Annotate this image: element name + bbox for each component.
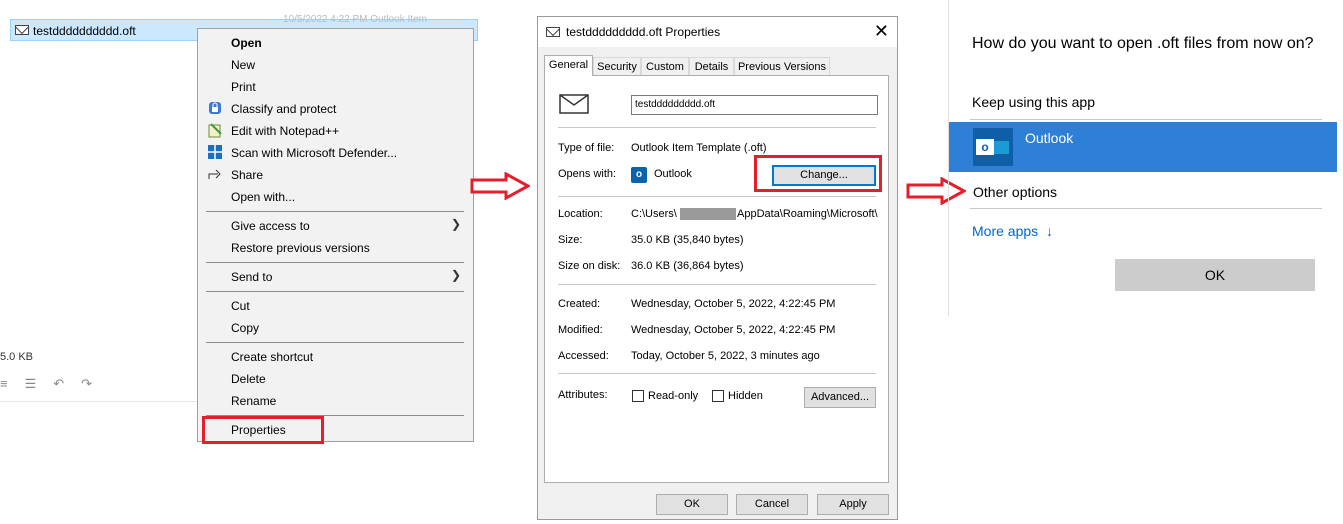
- menu-separator: [206, 342, 464, 343]
- chevron-right-icon: ❯: [450, 217, 461, 231]
- divider: [558, 284, 876, 285]
- size-value: 35.0 KB (35,840 bytes): [631, 234, 744, 246]
- menu-item-delete[interactable]: Delete: [231, 372, 266, 386]
- keep-using-heading: Keep using this app: [972, 94, 1095, 110]
- file-name-field[interactable]: testddddddddd.oft: [631, 95, 878, 115]
- shield-lock-icon: [207, 100, 223, 116]
- readonly-checkbox[interactable]: [632, 390, 644, 402]
- hidden-checkbox[interactable]: [712, 390, 724, 402]
- menu-item-create-shortcut[interactable]: Create shortcut: [231, 350, 313, 364]
- outlook-icon: o: [631, 167, 647, 183]
- general-panel: testddddddddd.oft Type of file: Outlook …: [544, 75, 889, 483]
- menu-item-share[interactable]: Share: [231, 168, 263, 182]
- hidden-label[interactable]: Hidden: [728, 390, 763, 402]
- list-icon[interactable]: ☰: [25, 376, 37, 392]
- divider: [558, 196, 876, 197]
- menu-item-send-to[interactable]: Send to: [231, 270, 272, 284]
- created-label: Created:: [558, 298, 601, 310]
- arrow-down-icon: ↓: [1046, 223, 1054, 239]
- red-arrow-icon: [470, 172, 530, 200]
- size-fragment: 5.0 KB: [0, 351, 34, 363]
- defender-icon: [207, 144, 223, 160]
- tab-custom[interactable]: Custom: [641, 57, 689, 75]
- cancel-button[interactable]: Cancel: [736, 494, 808, 515]
- close-icon[interactable]: ✕: [874, 21, 889, 42]
- app-option-outlook[interactable]: o Outlook: [949, 122, 1337, 172]
- modified-value: Wednesday, October 5, 2022, 4:22:45 PM: [631, 324, 836, 336]
- size-on-disk-value: 36.0 KB (36,864 bytes): [631, 260, 744, 272]
- menu-item-classify[interactable]: Classify and protect: [231, 102, 336, 116]
- menu-item-restore[interactable]: Restore previous versions: [231, 241, 370, 255]
- accessed-label: Accessed:: [558, 350, 609, 362]
- open-with-ok-button[interactable]: OK: [1115, 259, 1315, 291]
- dialog-titlebar: testddddddddd.oft Properties ✕: [538, 17, 897, 47]
- created-value: Wednesday, October 5, 2022, 4:22:45 PM: [631, 298, 836, 310]
- tab-general[interactable]: General: [544, 55, 593, 76]
- more-apps-link[interactable]: More apps ↓: [972, 223, 1053, 239]
- menu-separator: [206, 262, 464, 263]
- align-icon[interactable]: ≡: [0, 376, 8, 391]
- mail-large-icon: [559, 94, 589, 114]
- attributes-label: Attributes:: [558, 389, 608, 401]
- menu-item-open[interactable]: Open: [231, 36, 262, 50]
- change-highlight-box: [754, 155, 882, 192]
- divider: [0, 401, 197, 402]
- menu-item-open-with[interactable]: Open with...: [231, 190, 295, 204]
- undo-icon[interactable]: ↶: [53, 376, 64, 392]
- tab-previous-versions[interactable]: Previous Versions: [734, 57, 830, 75]
- properties-highlight-box: [202, 416, 324, 444]
- app-name: Outlook: [1025, 130, 1074, 146]
- divider: [970, 119, 1322, 120]
- readonly-label[interactable]: Read-only: [648, 390, 698, 402]
- menu-item-rename[interactable]: Rename: [231, 394, 276, 408]
- tab-security[interactable]: Security: [593, 57, 641, 75]
- type-label: Type of file:: [558, 142, 615, 154]
- apply-button[interactable]: Apply: [817, 494, 889, 515]
- menu-item-defender[interactable]: Scan with Microsoft Defender...: [231, 146, 397, 160]
- size-label: Size:: [558, 234, 583, 246]
- menu-item-give-access[interactable]: Give access to: [231, 219, 310, 233]
- other-options-heading: Other options: [973, 184, 1058, 200]
- menu-item-new[interactable]: New: [231, 58, 255, 72]
- more-apps-label: More apps: [972, 223, 1039, 239]
- modified-label: Modified:: [558, 324, 603, 336]
- open-with-question: How do you want to open .oft files from …: [972, 35, 1314, 52]
- properties-dialog: testddddddddd.oft Properties ✕ General S…: [537, 16, 898, 520]
- divider: [970, 208, 1322, 209]
- mail-file-icon: [15, 25, 29, 35]
- location-label: Location:: [558, 208, 603, 220]
- redo-icon[interactable]: ↷: [81, 376, 92, 392]
- file-name: testdddddddddd.oft: [33, 24, 136, 38]
- notepad-icon: [207, 122, 223, 138]
- redacted-username: [680, 208, 736, 220]
- menu-item-notepad[interactable]: Edit with Notepad++: [231, 124, 339, 138]
- location-suffix: AppData\Roaming\Microsoft\: [737, 208, 878, 220]
- file-detail-faded: 10/5/2022 4:22 PM Outlook Item: [283, 14, 427, 25]
- divider: [558, 373, 876, 374]
- menu-item-copy[interactable]: Copy: [231, 321, 259, 335]
- tab-details[interactable]: Details: [689, 57, 734, 75]
- menu-item-cut[interactable]: Cut: [231, 299, 250, 313]
- location-prefix: C:\Users\: [631, 208, 677, 220]
- size-on-disk-label: Size on disk:: [558, 260, 621, 272]
- divider: [558, 127, 876, 128]
- toolbar-fragment: ≡ ☰ ↶ ↷: [0, 376, 109, 392]
- menu-separator: [206, 291, 464, 292]
- share-icon: [207, 166, 223, 182]
- mail-file-icon: [546, 27, 560, 37]
- ok-button[interactable]: OK: [656, 494, 728, 515]
- dialog-title: testddddddddd.oft Properties: [566, 25, 721, 39]
- accessed-value: Today, October 5, 2022, 3 minutes ago: [631, 350, 820, 362]
- red-arrow-icon: [906, 177, 966, 205]
- outlook-icon: o: [973, 128, 1013, 166]
- context-menu: Open New Print Classify and protect Edit…: [197, 28, 474, 442]
- advanced-button[interactable]: Advanced...: [804, 387, 876, 408]
- opens-with-label: Opens with:: [558, 168, 617, 180]
- chevron-right-icon: ❯: [450, 268, 461, 282]
- menu-separator: [206, 211, 464, 212]
- type-value: Outlook Item Template (.oft): [631, 142, 767, 154]
- opens-with-value: Outlook: [654, 168, 692, 180]
- menu-item-print[interactable]: Print: [231, 80, 256, 94]
